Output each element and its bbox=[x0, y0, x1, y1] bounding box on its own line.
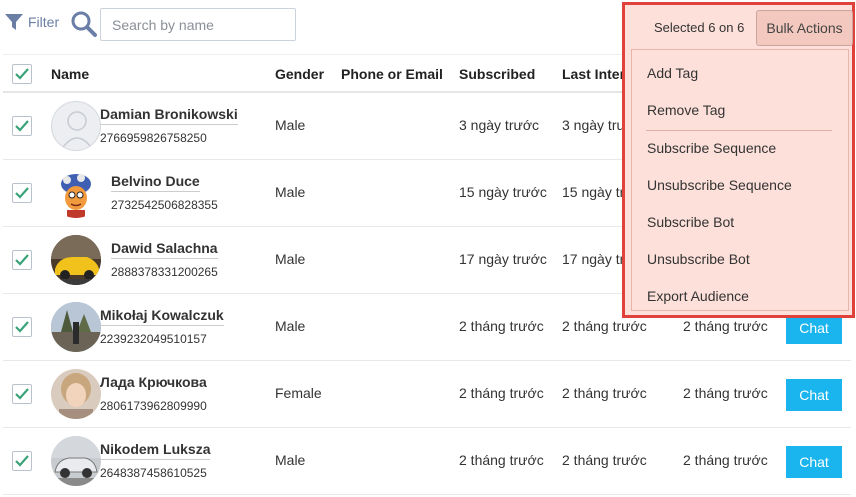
row-checkbox[interactable] bbox=[12, 183, 32, 203]
avatar-placeholder bbox=[51, 101, 101, 151]
menu-item-add-tag[interactable]: Add Tag bbox=[647, 65, 698, 81]
avatar-photo bbox=[51, 369, 101, 419]
row-checkbox[interactable] bbox=[12, 116, 32, 136]
subscribed-cell: 15 ngày trước bbox=[459, 184, 547, 200]
filter-icon bbox=[5, 14, 23, 30]
bulk-actions-panel: Selected 6 on 6 Bulk Actions Add Tag Rem… bbox=[622, 2, 855, 318]
column-header-name[interactable]: Name bbox=[51, 66, 89, 82]
avatar-cartoon bbox=[51, 168, 101, 218]
menu-item-remove-tag[interactable]: Remove Tag bbox=[647, 102, 725, 118]
row-checkbox[interactable] bbox=[12, 384, 32, 404]
table-row[interactable]: Nikodem Luksza 2648387458610525 Male 2 t… bbox=[3, 428, 851, 495]
checkmark-icon bbox=[15, 388, 29, 400]
avatar-photo bbox=[51, 436, 101, 486]
subscribed-cell: 2 tháng trước bbox=[459, 318, 544, 334]
gender-cell: Male bbox=[275, 452, 306, 468]
subscriber-name[interactable]: Damian Bronikowski bbox=[100, 106, 238, 125]
row-checkbox[interactable] bbox=[12, 451, 32, 471]
checkmark-icon bbox=[15, 321, 29, 333]
subscriber-name[interactable]: Лада Крючкова bbox=[100, 374, 207, 392]
subscriber-id: 2888378331200265 bbox=[111, 265, 218, 279]
menu-item-subscribe-bot[interactable]: Subscribe Bot bbox=[647, 214, 734, 230]
checkmark-icon bbox=[15, 254, 29, 266]
last-interaction-cell: 2 tháng trước bbox=[562, 452, 647, 468]
subscriber-name[interactable]: Dawid Salachna bbox=[111, 240, 218, 259]
bulk-actions-menu: Add Tag Remove Tag Subscribe Sequence Un… bbox=[631, 49, 849, 311]
checkmark-icon bbox=[15, 68, 29, 80]
bulk-actions-button[interactable]: Bulk Actions bbox=[756, 10, 853, 46]
subscribed-cell: 2 tháng trước bbox=[459, 452, 544, 468]
subscriber-name[interactable]: Nikodem Luksza bbox=[100, 441, 211, 460]
menu-item-subscribe-sequence[interactable]: Subscribe Sequence bbox=[647, 140, 776, 156]
menu-item-unsubscribe-sequence[interactable]: Unsubscribe Sequence bbox=[647, 177, 792, 193]
gender-cell: Male bbox=[275, 251, 306, 267]
row-checkbox[interactable] bbox=[12, 317, 32, 337]
gender-cell: Male bbox=[275, 318, 306, 334]
date-cell: 2 tháng trước bbox=[683, 385, 768, 401]
search-input[interactable] bbox=[100, 8, 296, 41]
avatar-photo bbox=[51, 302, 101, 352]
menu-item-export-audience[interactable]: Export Audience bbox=[647, 288, 749, 304]
filter-label: Filter bbox=[28, 14, 60, 30]
row-checkbox[interactable] bbox=[12, 250, 32, 270]
selected-count: Selected 6 on 6 bbox=[654, 20, 745, 35]
search-icon[interactable] bbox=[70, 10, 98, 38]
subscriber-id: 2766959826758250 bbox=[100, 131, 207, 145]
subscriber-id: 2806173962809990 bbox=[100, 399, 207, 413]
avatar-photo bbox=[51, 235, 101, 285]
checkmark-icon bbox=[15, 120, 29, 132]
table-row[interactable]: Лада Крючкова 2806173962809990 Female 2 … bbox=[3, 361, 851, 428]
checkmark-icon bbox=[15, 455, 29, 467]
subscriber-id: 2732542506828355 bbox=[111, 198, 218, 212]
filter-button[interactable]: Filter bbox=[4, 12, 59, 32]
column-header-gender[interactable]: Gender bbox=[275, 66, 324, 82]
column-header-phone[interactable]: Phone or Email bbox=[341, 66, 443, 82]
last-interaction-cell: 2 tháng trước bbox=[562, 385, 647, 401]
last-interaction-cell: 2 tháng trước bbox=[562, 318, 647, 334]
gender-cell: Female bbox=[275, 385, 322, 401]
subscribed-cell: 3 ngày trước bbox=[459, 117, 540, 133]
subscriber-id: 2648387458610525 bbox=[100, 466, 207, 480]
date-cell: 2 tháng trước bbox=[683, 452, 768, 468]
subscriber-name[interactable]: Belvino Duce bbox=[111, 173, 200, 192]
subscriber-id: 2239232049510157 bbox=[100, 332, 207, 346]
gender-cell: Male bbox=[275, 117, 306, 133]
gender-cell: Male bbox=[275, 184, 306, 200]
chat-button[interactable]: Chat bbox=[786, 379, 842, 411]
menu-item-unsubscribe-bot[interactable]: Unsubscribe Bot bbox=[647, 251, 750, 267]
menu-divider bbox=[646, 130, 832, 131]
chat-button[interactable]: Chat bbox=[786, 446, 842, 478]
subscribed-cell: 2 tháng trước bbox=[459, 385, 544, 401]
subscribed-cell: 17 ngày trước bbox=[459, 251, 547, 267]
date-cell: 2 tháng trước bbox=[683, 318, 768, 334]
checkmark-icon bbox=[15, 187, 29, 199]
subscriber-name[interactable]: Mikołaj Kowalczuk bbox=[100, 307, 224, 326]
select-all-checkbox[interactable] bbox=[12, 64, 32, 84]
column-header-subscribed[interactable]: Subscribed bbox=[459, 66, 535, 82]
